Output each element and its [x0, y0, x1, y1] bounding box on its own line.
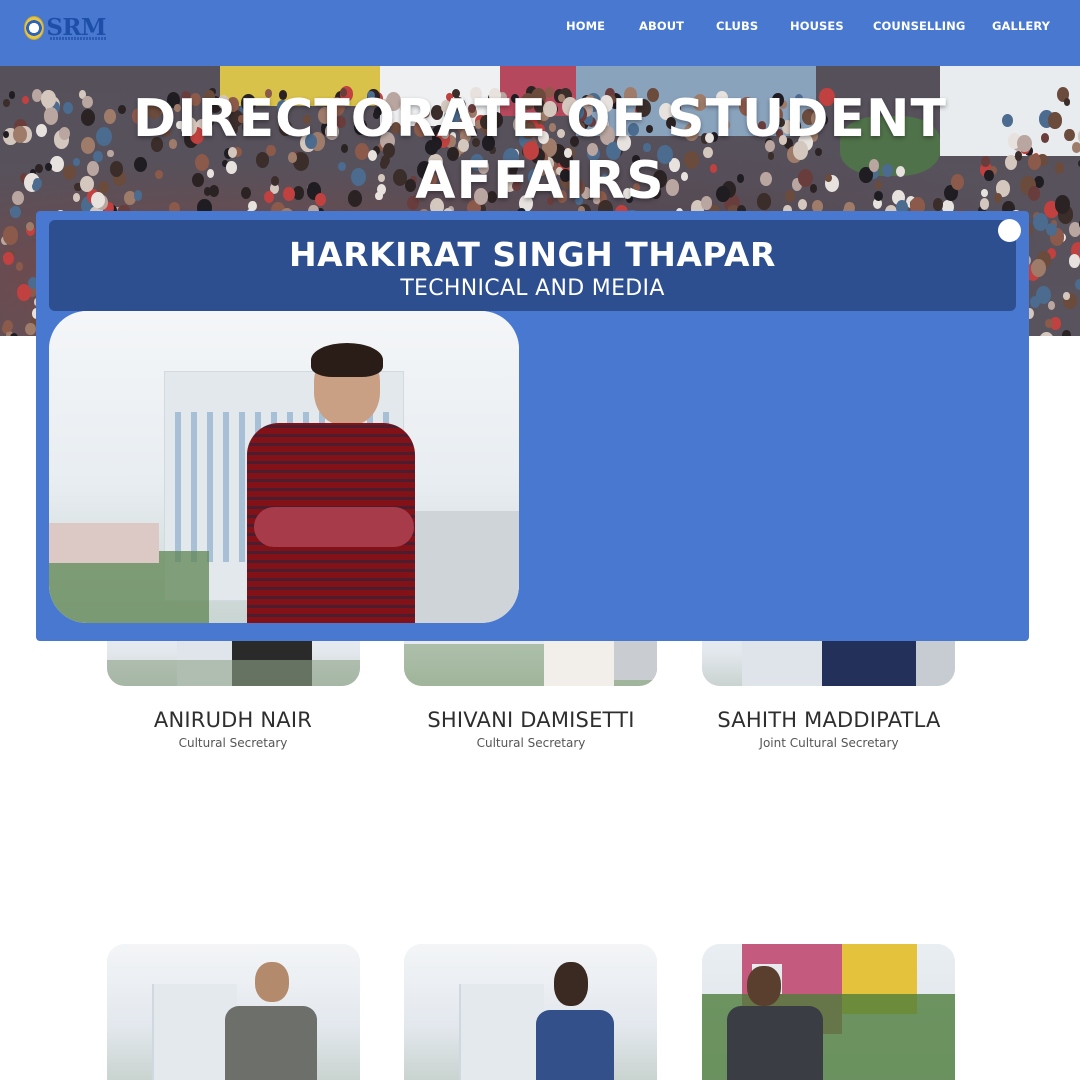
member-name: SHIVANI DAMISETTI [427, 708, 635, 732]
photo-person-hair [311, 343, 383, 377]
crowd-person [15, 262, 24, 271]
logo-subtitle-decoration [50, 37, 106, 40]
hero-title: DIRECTORATE OF STUDENT AFFAIRS [0, 88, 1080, 212]
nav-gallery[interactable]: GALLERY [992, 19, 1050, 33]
crowd-person [3, 252, 15, 266]
member-role: Cultural Secretary [178, 736, 288, 750]
nav-clubs[interactable]: CLUBS [716, 19, 758, 33]
nav-counselling[interactable]: COUNSELLING [873, 19, 965, 33]
photo-person [727, 1006, 823, 1080]
member-name: ANIRUDH NAIR [153, 708, 313, 732]
srm-emblem-icon [24, 16, 45, 40]
crowd-person [2, 319, 13, 332]
member-photo[interactable] [702, 944, 955, 1080]
nav-home[interactable]: HOME [566, 19, 605, 33]
nav-about[interactable]: ABOUT [639, 19, 684, 33]
photo-person-head [554, 962, 588, 1006]
photo-building-right [409, 511, 519, 623]
srm-logo[interactable]: SRM [24, 13, 106, 43]
crowd-person [2, 226, 18, 245]
modal-member-department: TECHNICAL AND MEDIA [400, 276, 665, 301]
close-icon[interactable] [998, 219, 1021, 242]
member-role: Cultural Secretary [476, 736, 586, 750]
crowd-person [25, 322, 36, 336]
crowd-person [1031, 258, 1047, 277]
member-role: Joint Cultural Secretary [759, 736, 899, 750]
logo-text: SRM [46, 14, 106, 41]
member-name: SAHITH MADDIPATLA [717, 708, 941, 732]
crowd-person [1069, 254, 1080, 268]
photo-person-head [747, 966, 781, 1006]
navbar: SRM HOME ABOUT CLUBS HOUSES COUNSELLING … [0, 0, 1080, 66]
photo-building-left [49, 523, 159, 563]
crowd-person [1033, 212, 1049, 231]
crowd-person [9, 333, 19, 336]
modal-header: HARKIRAT SINGH THAPAR TECHNICAL AND MEDI… [49, 220, 1016, 311]
photo-person [536, 1010, 614, 1080]
crowd-person [1062, 330, 1071, 336]
crowd-person [1038, 331, 1054, 336]
crowd-person [26, 221, 34, 231]
member-detail-modal: HARKIRAT SINGH THAPAR TECHNICAL AND MEDI… [36, 211, 1029, 641]
nav-houses[interactable]: HOUSES [790, 19, 844, 33]
crowd-person [1048, 301, 1056, 311]
crowd-person [1063, 292, 1070, 300]
photo-building [459, 984, 544, 1080]
member-photo[interactable] [107, 944, 360, 1080]
photo-person [225, 1006, 317, 1080]
member-photo[interactable] [404, 944, 657, 1080]
photo-person-arms [254, 507, 414, 547]
crowd-person [1074, 278, 1080, 290]
modal-member-name: HARKIRAT SINGH THAPAR [289, 235, 776, 274]
hero-title-line2: AFFAIRS [415, 151, 665, 211]
hero-title-line1: DIRECTORATE OF STUDENT [133, 89, 947, 149]
photo-foliage [107, 660, 360, 686]
modal-member-photo [49, 311, 519, 623]
photo-person-head [255, 962, 289, 1002]
